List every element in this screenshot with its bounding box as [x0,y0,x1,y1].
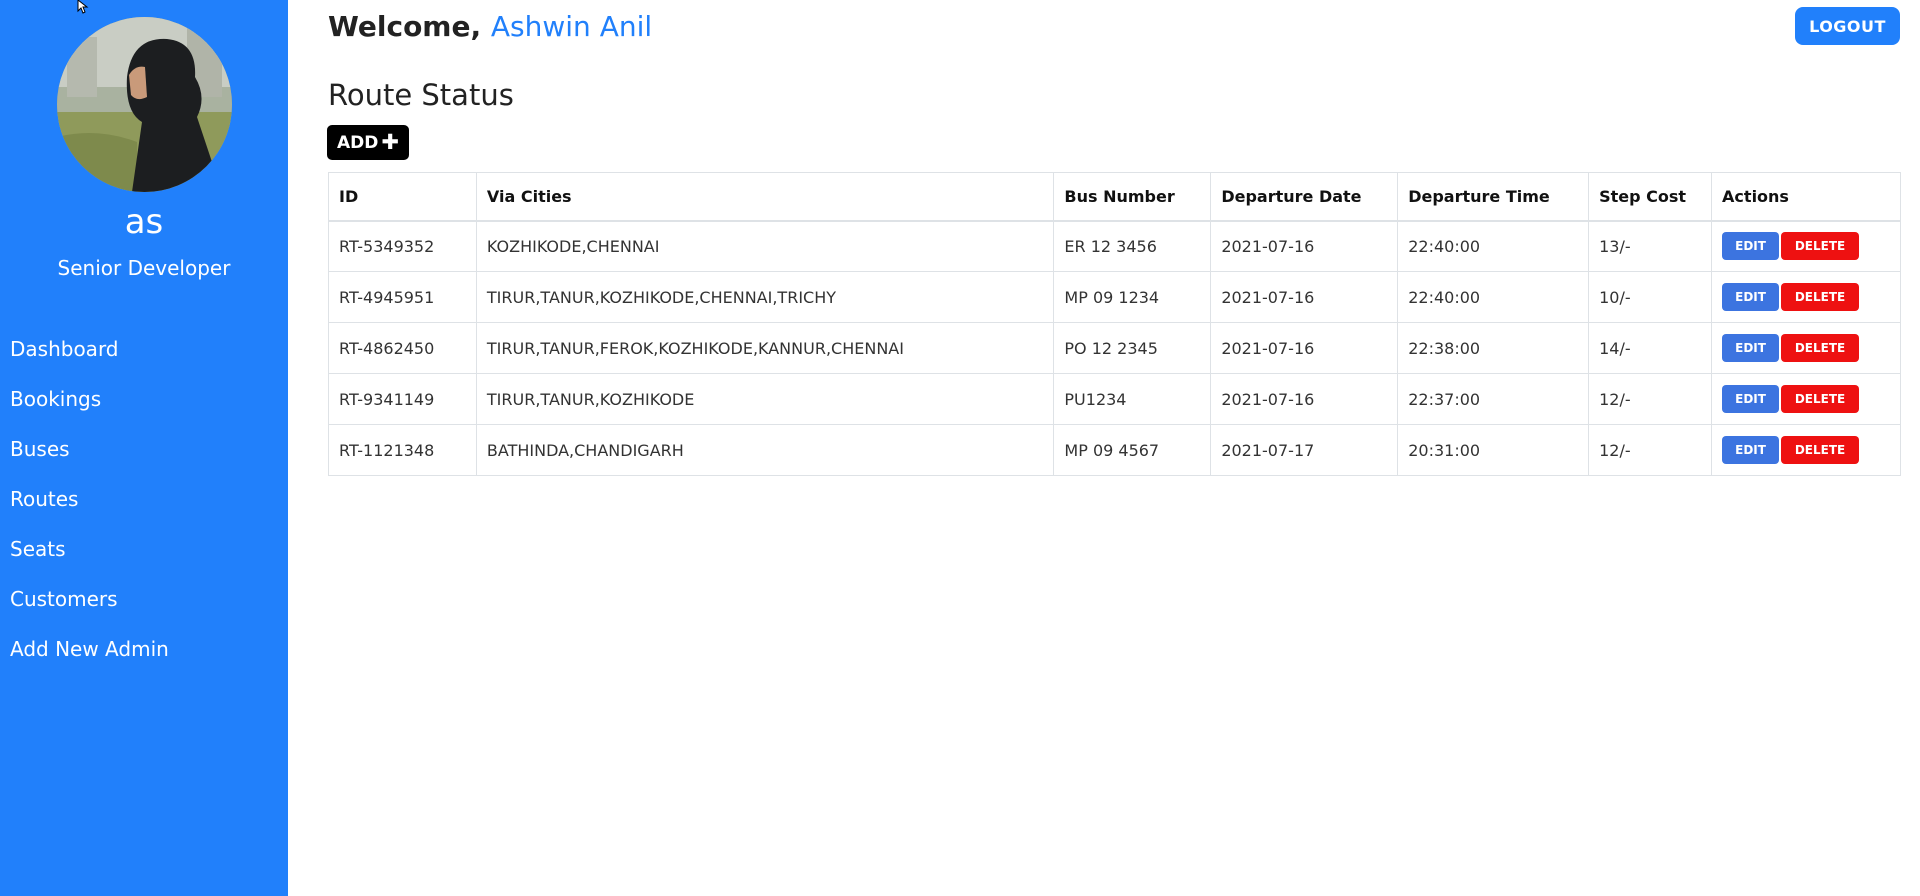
profile-name: as [124,202,164,242]
cell-via-cities: KOZHIKODE,CHENNAI [475,220,1055,272]
cell-via-cities: BATHINDA,CHANDIGARH [475,424,1055,476]
cell-step-cost: 12/- [1588,373,1713,425]
table-row: RT-4945951 TIRUR,TANUR,KOZHIKODE,CHENNAI… [328,271,1901,323]
edit-button[interactable]: EDIT [1722,385,1780,413]
route-table-container: ID Via Cities Bus Number Departure Date … [328,172,1901,476]
plus-icon: ✚ [381,130,399,154]
cell-step-cost: 10/- [1588,271,1713,323]
edit-button[interactable]: EDIT [1722,436,1780,464]
sidebar-item-dashboard[interactable]: Dashboard [10,335,169,385]
cell-id: RT-4945951 [328,271,477,323]
cell-id: RT-1121348 [328,424,477,476]
cell-departure-time: 22:40:00 [1397,220,1590,272]
welcome-username: Ashwin Anil [490,10,653,43]
column-header-actions: Actions [1711,172,1901,222]
table-row: RT-9341149 TIRUR,TANUR,KOZHIKODE PU1234 … [328,373,1901,425]
edit-button[interactable]: EDIT [1722,334,1780,362]
cell-bus-number: PO 12 2345 [1053,322,1212,374]
cell-step-cost: 14/- [1588,322,1713,374]
cell-actions: EDIT DELETE [1711,373,1901,425]
cell-actions: EDIT DELETE [1711,271,1901,323]
sidebar-item-bookings[interactable]: Bookings [10,385,169,435]
delete-button[interactable]: DELETE [1781,436,1860,464]
avatar-photo [57,17,232,192]
sidebar: as Senior Developer Dashboard Bookings B… [0,0,288,896]
cell-id: RT-4862450 [328,322,477,374]
main-content: Welcome, Ashwin Anil LOGOUT Route Status… [288,0,1920,896]
column-header-step-cost: Step Cost [1588,172,1713,222]
table-row: RT-1121348 BATHINDA,CHANDIGARH MP 09 456… [328,424,1901,476]
edit-button[interactable]: EDIT [1722,232,1780,261]
table-body: RT-5349352 KOZHIKODE,CHENNAI ER 12 3456 … [328,220,1901,476]
sidebar-item-routes[interactable]: Routes [10,485,169,535]
welcome-prefix: Welcome, [328,10,482,43]
column-header-departure-date: Departure Date [1210,172,1399,222]
sidebar-item-buses[interactable]: Buses [10,435,169,485]
cell-departure-time: 20:31:00 [1397,424,1590,476]
cell-id: RT-9341149 [328,373,477,425]
column-header-id: ID [328,172,477,222]
cell-departure-time: 22:38:00 [1397,322,1590,374]
avatar [57,17,232,192]
page-title: Route Status [328,78,514,112]
table-row: RT-4862450 TIRUR,TANUR,FEROK,KOZHIKODE,K… [328,322,1901,374]
table-row: RT-5349352 KOZHIKODE,CHENNAI ER 12 3456 … [328,220,1901,272]
add-label: ADD [337,132,379,153]
cell-step-cost: 12/- [1588,424,1713,476]
cell-bus-number: MP 09 4567 [1053,424,1212,476]
cell-bus-number: MP 09 1234 [1053,271,1212,323]
cell-actions: EDIT DELETE [1711,322,1901,374]
cell-step-cost: 13/- [1588,220,1713,272]
sidebar-item-add-new-admin[interactable]: Add New Admin [10,635,169,685]
cell-via-cities: TIRUR,TANUR,KOZHIKODE,CHENNAI,TRICHY [475,271,1055,323]
logout-button[interactable]: LOGOUT [1795,7,1900,45]
cell-departure-date: 2021-07-16 [1210,373,1399,425]
column-header-via-cities: Via Cities [475,172,1055,222]
cell-via-cities: TIRUR,TANUR,FEROK,KOZHIKODE,KANNUR,CHENN… [475,322,1055,374]
cell-departure-date: 2021-07-16 [1210,220,1399,272]
cell-bus-number: ER 12 3456 [1053,220,1212,272]
cell-actions: EDIT DELETE [1711,220,1901,272]
cell-via-cities: TIRUR,TANUR,KOZHIKODE [475,373,1055,425]
mouse-cursor-icon [77,0,89,14]
welcome-heading: Welcome, Ashwin Anil [328,10,652,43]
cell-departure-time: 22:40:00 [1397,271,1590,323]
sidebar-item-customers[interactable]: Customers [10,585,169,635]
profile-role: Senior Developer [57,256,231,280]
delete-button[interactable]: DELETE [1781,334,1860,362]
cell-id: RT-5349352 [328,220,477,272]
route-table: ID Via Cities Bus Number Departure Date … [328,172,1901,476]
cell-departure-date: 2021-07-16 [1210,322,1399,374]
column-header-departure-time: Departure Time [1397,172,1590,222]
delete-button[interactable]: DELETE [1781,385,1860,413]
sidebar-item-seats[interactable]: Seats [10,535,169,585]
cell-actions: EDIT DELETE [1711,424,1901,476]
delete-button[interactable]: DELETE [1781,232,1860,261]
cell-departure-time: 22:37:00 [1397,373,1590,425]
add-route-button[interactable]: ADD ✚ [327,125,409,160]
sidebar-nav: Dashboard Bookings Buses Routes Seats Cu… [10,335,169,685]
column-header-bus-number: Bus Number [1053,172,1212,222]
edit-button[interactable]: EDIT [1722,283,1780,311]
table-header-row: ID Via Cities Bus Number Departure Date … [328,172,1901,222]
cell-departure-date: 2021-07-17 [1210,424,1399,476]
cell-bus-number: PU1234 [1053,373,1212,425]
cell-departure-date: 2021-07-16 [1210,271,1399,323]
table-header: ID Via Cities Bus Number Departure Date … [328,172,1901,222]
delete-button[interactable]: DELETE [1781,283,1860,311]
